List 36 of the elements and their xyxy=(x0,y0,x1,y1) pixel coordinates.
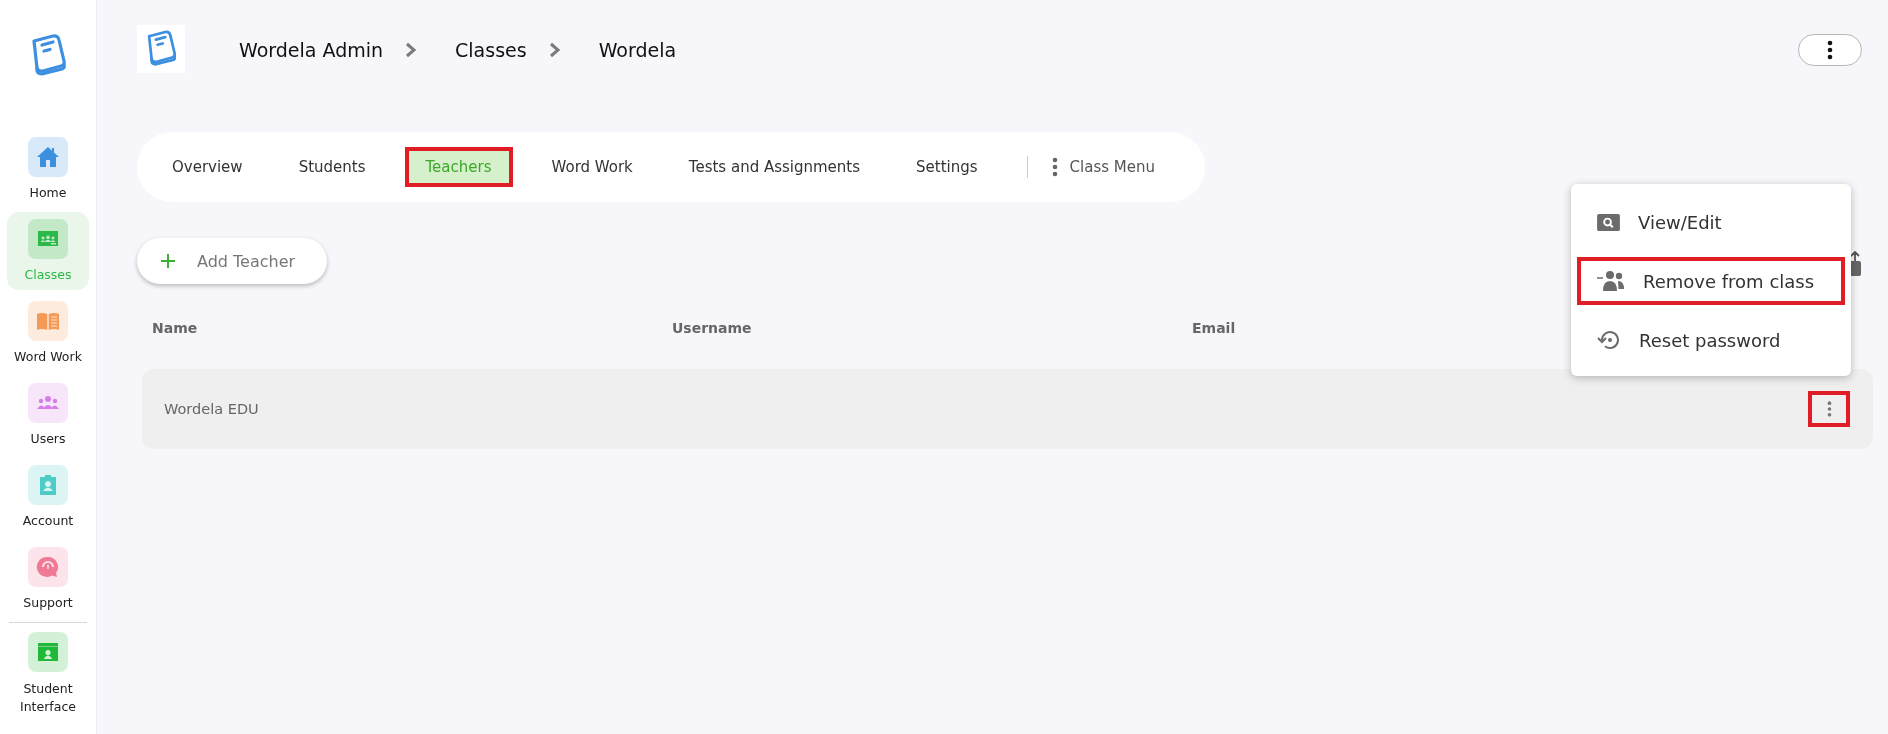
tab[interactable]: Word Work xyxy=(534,147,650,187)
logo xyxy=(137,25,185,73)
reset-icon xyxy=(1597,328,1621,352)
remove-users-icon xyxy=(1597,270,1625,292)
breadcrumb-link[interactable]: Classes xyxy=(455,39,527,61)
sidebar-item[interactable]: Users xyxy=(7,376,89,454)
more-button[interactable] xyxy=(1798,34,1862,66)
column-header: Email xyxy=(1192,320,1236,336)
class-menu-button[interactable]: Class Menu xyxy=(1051,157,1155,177)
row-menu-button[interactable] xyxy=(1808,391,1850,427)
chevron-right-icon xyxy=(405,42,418,58)
sidebar-item[interactable]: Home xyxy=(7,130,89,208)
breadcrumb-link[interactable]: Wordela Admin xyxy=(239,39,384,61)
sidebar-item[interactable]: Word Work xyxy=(7,294,89,372)
add-teacher-button[interactable]: Add Teacher xyxy=(137,238,327,284)
vertical-dots-icon xyxy=(1827,40,1833,60)
chevron-right-icon xyxy=(548,42,561,58)
tab[interactable]: Overview xyxy=(155,147,260,187)
tab[interactable]: Settings xyxy=(899,147,995,187)
tab[interactable]: Students xyxy=(281,147,383,187)
sidebar-item[interactable]: Account xyxy=(7,458,89,536)
tab[interactable]: Tests and Assignments xyxy=(671,147,878,187)
menu-item[interactable]: Remove from class xyxy=(1577,257,1845,305)
plus-icon xyxy=(161,254,175,268)
search-icon xyxy=(1597,212,1620,232)
table-cell-text: Wordela EDU xyxy=(164,401,260,417)
sidebar-item[interactable]: Support xyxy=(7,540,89,618)
menu-item[interactable]: Reset password xyxy=(1577,316,1845,364)
sidebar-item[interactable]: Student Interface xyxy=(7,625,89,724)
column-header: Name xyxy=(152,320,198,336)
table-row[interactable]: Wordela EDU xyxy=(142,369,1873,449)
breadcrumb-link[interactable]: Wordela xyxy=(598,39,677,61)
menu-item[interactable]: View/Edit xyxy=(1577,198,1845,246)
vertical-dots-icon xyxy=(1051,157,1058,177)
column-header: Username xyxy=(672,320,752,336)
vertical-dots-icon xyxy=(1826,400,1832,418)
